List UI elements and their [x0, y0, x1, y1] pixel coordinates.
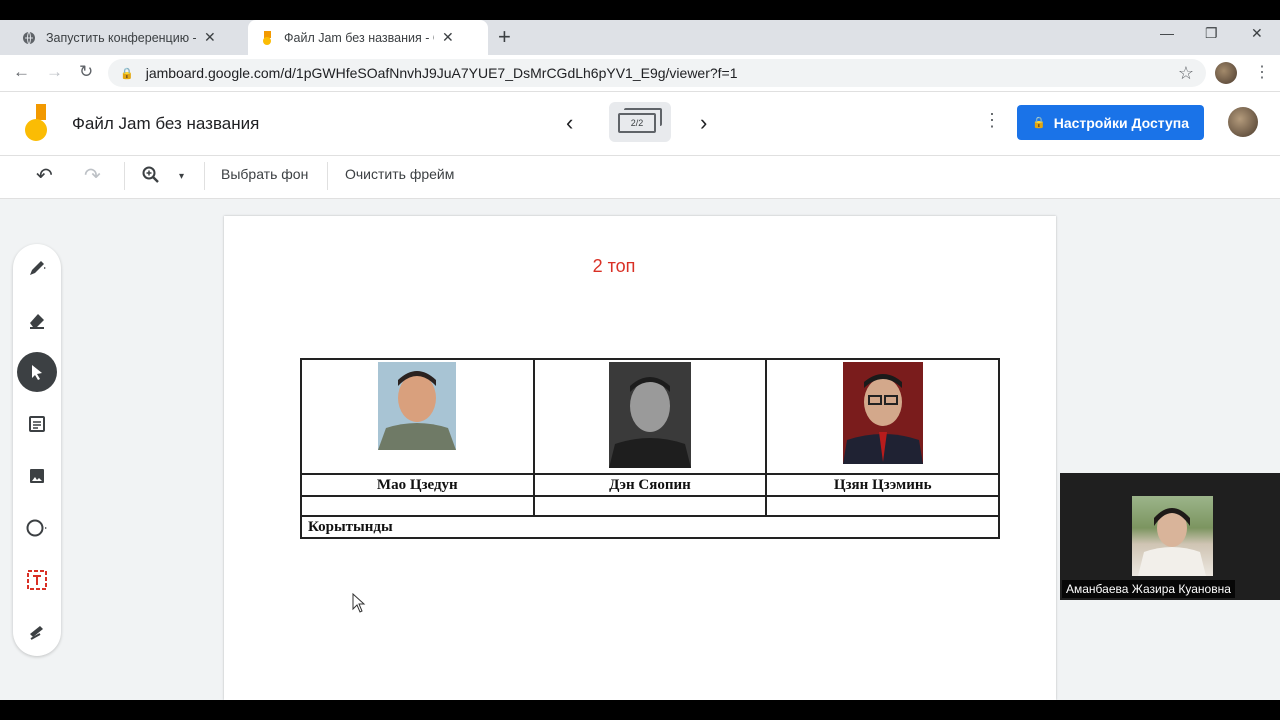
url-bar[interactable]: 🔒 jamboard.google.com/d/1pGWHfeSOafNnvhJ… [108, 59, 1206, 87]
table-cell-photo [300, 358, 535, 475]
toolbar-divider [124, 162, 125, 190]
select-tool[interactable] [17, 352, 57, 392]
tab-close-icon[interactable]: ✕ [442, 29, 454, 46]
tab-title: Файл Jam без названия - Google [284, 30, 434, 45]
name-cell: Дэн Сяопин [532, 473, 768, 497]
forward-button[interactable]: → [46, 62, 63, 82]
url-text: jamboard.google.com/d/1pGWHfeSOafNnvhJ9J… [145, 65, 738, 81]
pen-tool[interactable] [17, 248, 57, 288]
browser-tab-jamboard[interactable]: Файл Jam без названия - Google ✕ [248, 20, 488, 55]
comparison-table[interactable]: Мао Цзедун Дэн Сяопин Цзян Цзэминь Корыт… [300, 358, 1000, 539]
pen-icon [30, 261, 46, 275]
frame-bar-toggle[interactable]: 2/2 [609, 102, 671, 142]
reload-button[interactable]: ↻ [79, 62, 93, 82]
summary-cell: Корытынды [300, 515, 1000, 539]
undo-button[interactable]: ↶ [36, 163, 53, 188]
letterbox-bottom [0, 700, 1280, 720]
jamboard-favicon-icon [260, 30, 274, 45]
image-icon [30, 469, 44, 483]
redo-button[interactable]: ↷ [84, 163, 101, 188]
empty-cell [765, 495, 1000, 517]
browser-tab-zoom[interactable]: Запустить конференцию - Zoom ✕ [10, 20, 248, 55]
table-row [300, 358, 1000, 475]
lock-icon: 🔒 [120, 67, 134, 80]
restore-button[interactable]: ❐ [1205, 25, 1218, 42]
tab-title: Запустить конференцию - Zoom [46, 30, 196, 45]
document-title[interactable]: Файл Jam без названия [72, 114, 259, 134]
participant-name: Аманбаева Жазира Куановна [1062, 580, 1235, 598]
letterbox-top [0, 0, 1280, 20]
table-cell-photo [765, 358, 1000, 475]
table-row [300, 495, 1000, 517]
image-tool[interactable] [17, 456, 57, 496]
sticky-note-tool[interactable] [17, 404, 57, 444]
zoom-icon[interactable] [142, 166, 160, 187]
jam-frame[interactable]: 2 топ Мао Цзедун Дэн Сяопин Цзян Цзэминь… [224, 216, 1056, 700]
bookmark-star-icon[interactable]: ☆ [1178, 63, 1194, 84]
toolbar-divider [327, 162, 328, 190]
share-button[interactable]: 🔒 Настройки Доступа [1017, 105, 1204, 140]
text-box-tool[interactable] [17, 560, 57, 600]
circle-tool[interactable] [17, 508, 57, 548]
browser-tab-strip: Запустить конференцию - Zoom ✕ Файл Jam … [0, 20, 1280, 55]
editing-toolbar [0, 156, 1280, 199]
next-frame-button[interactable]: › [700, 110, 707, 136]
back-button[interactable]: ← [13, 62, 30, 82]
portrait-jiang-image [842, 362, 923, 469]
share-button-label: Настройки Доступа [1053, 114, 1189, 131]
frame-counter: 2/2 [618, 113, 656, 133]
name-cell: Цзян Цзэминь [765, 473, 1000, 497]
account-avatar[interactable] [1228, 107, 1258, 137]
table-row: Корытынды [300, 515, 1000, 539]
clear-frame-button[interactable]: Очистить фрейм [345, 166, 454, 182]
globe-icon [22, 31, 36, 45]
zoom-dropdown-icon[interactable]: ▾ [179, 171, 184, 182]
frame-heading[interactable]: 2 топ [224, 256, 1004, 277]
participant-video-tile[interactable]: Аманбаева Жазира Куановна [1060, 473, 1280, 600]
new-tab-button[interactable]: + [498, 24, 511, 50]
name-cell: Мао Цзедун [300, 473, 535, 497]
text-box-icon [27, 570, 47, 590]
cursor-icon [32, 365, 42, 380]
close-window-button[interactable]: ✕ [1251, 25, 1263, 42]
tab-close-icon[interactable]: ✕ [204, 29, 216, 46]
portrait-deng-image [608, 362, 691, 473]
sticky-note-icon [29, 416, 45, 432]
participant-video [1132, 496, 1213, 576]
set-background-button[interactable]: Выбрать фон [221, 166, 308, 182]
chrome-profile-avatar[interactable] [1215, 62, 1237, 84]
empty-cell [300, 495, 535, 517]
eraser-icon [30, 314, 44, 329]
previous-frame-button[interactable]: ‹ [566, 110, 573, 136]
chrome-menu-button[interactable]: ⋮ [1254, 62, 1270, 82]
mouse-pointer-icon [352, 592, 366, 618]
jamboard-logo [24, 104, 50, 142]
laser-tool[interactable] [17, 612, 57, 652]
minimize-button[interactable]: — [1160, 25, 1174, 41]
eraser-tool[interactable] [17, 300, 57, 340]
toolbar-divider [204, 162, 205, 190]
laser-icon [30, 626, 43, 640]
lock-icon: 🔒 [1032, 117, 1046, 129]
more-options-icon[interactable]: ⋮ [983, 110, 1001, 131]
circle-icon [26, 519, 47, 537]
table-row: Мао Цзедун Дэн Сяопин Цзян Цзэминь [300, 473, 1000, 497]
tool-rail [13, 244, 61, 656]
empty-cell [532, 495, 768, 517]
table-cell-photo [532, 358, 768, 475]
portrait-mao-image [378, 362, 457, 455]
